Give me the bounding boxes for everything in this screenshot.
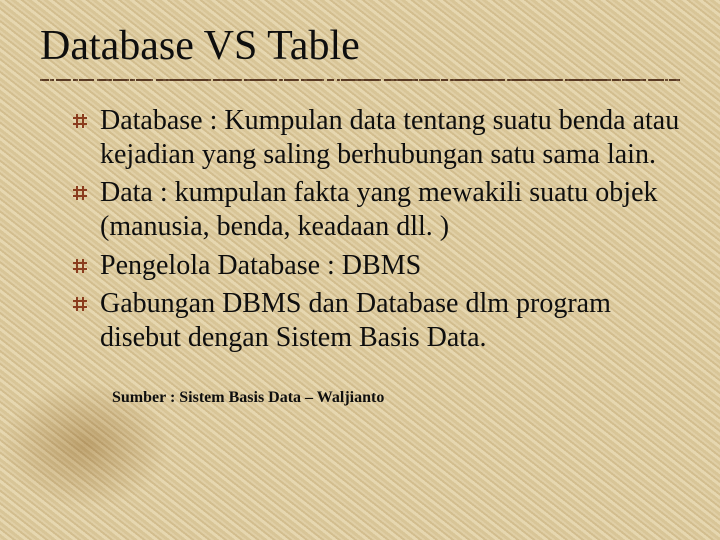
hash-bullet-icon (72, 185, 88, 201)
list-item: Gabungan DBMS dan Database dlm program d… (72, 287, 680, 355)
slide-title: Database VS Table (40, 22, 680, 70)
list-item: Pengelola Database : DBMS (72, 249, 680, 283)
list-item: Data : kumpulan fakta yang mewakili suat… (72, 176, 680, 244)
title-divider (40, 78, 680, 82)
list-item-text: Gabungan DBMS dan Database dlm program d… (100, 288, 611, 353)
list-item: Database : Kumpulan data tentang suatu b… (72, 104, 680, 172)
source-citation: Sumber : Sistem Basis Data – Waljianto (112, 389, 680, 407)
list-item-text: Pengelola Database : DBMS (100, 250, 421, 281)
hash-bullet-icon (72, 113, 88, 129)
list-item-text: Database : Kumpulan data tentang suatu b… (100, 105, 679, 170)
hash-bullet-icon (72, 296, 88, 312)
list-item-text: Data : kumpulan fakta yang mewakili suat… (100, 177, 658, 242)
hash-bullet-icon (72, 258, 88, 274)
slide: Database VS Table Database : Kumpulan da… (0, 0, 720, 540)
bullet-list: Database : Kumpulan data tentang suatu b… (40, 104, 680, 355)
